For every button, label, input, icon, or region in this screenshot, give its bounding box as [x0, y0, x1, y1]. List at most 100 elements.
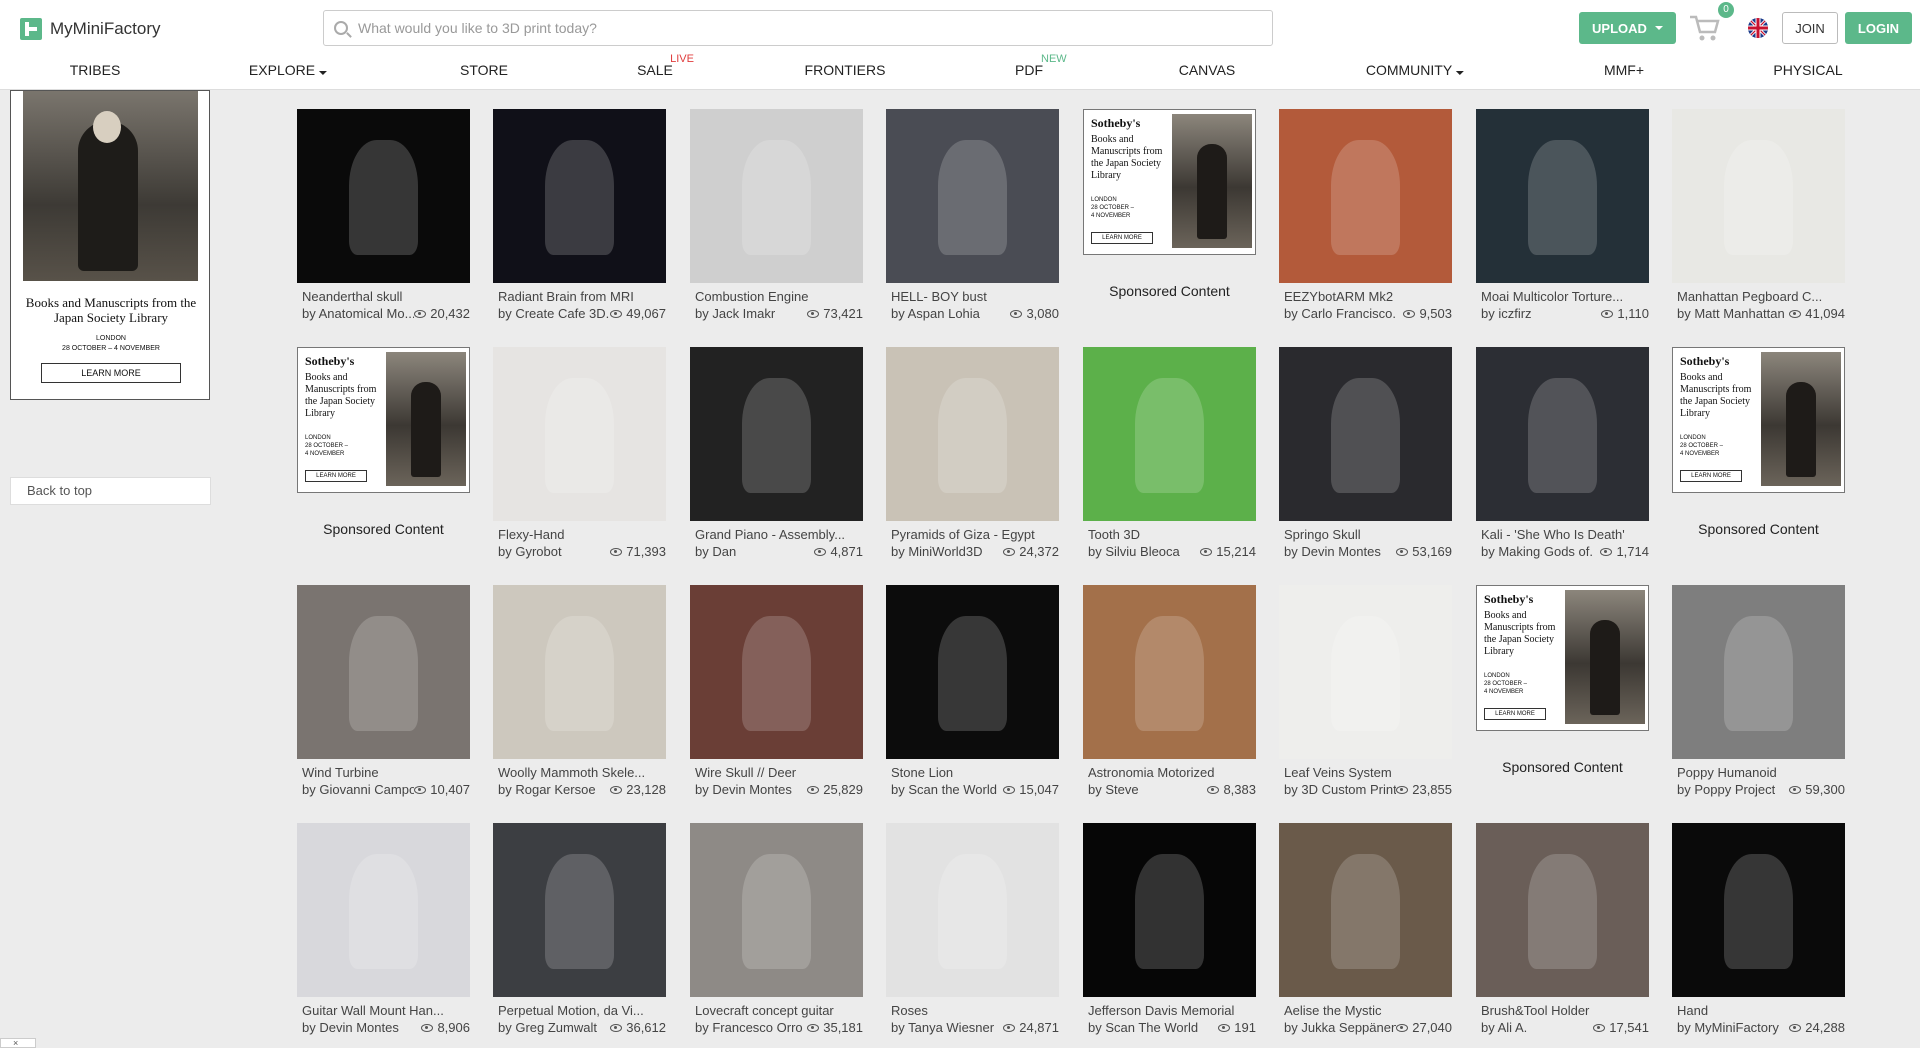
object-title[interactable]: Guitar Wall Mount Han... [297, 1003, 470, 1018]
object-author[interactable]: by Making Gods of... [1481, 544, 1593, 559]
object-card[interactable]: Perpetual Motion, da Vi... by Greg Zumwal… [493, 823, 666, 1035]
object-card[interactable]: Neanderthal skull by Anatomical Mo... 20,4… [297, 109, 470, 321]
object-title[interactable]: Pyramids of Giza - Egypt [886, 527, 1059, 542]
object-card[interactable]: Aelise the Mystic by Jukka Seppänen 27,040 [1279, 823, 1452, 1035]
object-author[interactable]: by Devin Montes [302, 1020, 399, 1035]
object-thumbnail[interactable] [1083, 823, 1256, 997]
object-thumbnail[interactable] [886, 109, 1059, 283]
object-author[interactable]: by Dan [695, 544, 736, 559]
object-card[interactable]: Guitar Wall Mount Han... by Devin Montes 8… [297, 823, 470, 1035]
nav-item-mmf-plus[interactable]: MMF+ [1604, 62, 1644, 78]
object-title[interactable]: Perpetual Motion, da Vi... [493, 1003, 666, 1018]
object-card[interactable]: Radiant Brain from MRI by Create Cafe 3D.… [493, 109, 666, 321]
object-title[interactable]: Poppy Humanoid [1672, 765, 1845, 780]
object-card[interactable]: Stone Lion by Scan the World 15,047 [886, 585, 1059, 797]
object-title[interactable]: Jefferson Davis Memorial [1083, 1003, 1256, 1018]
sponsored-ad[interactable]: Sotheby's Books and Manuscripts from the … [1083, 109, 1256, 255]
close-icon[interactable]: × [0, 1038, 36, 1048]
object-title[interactable]: Stone Lion [886, 765, 1059, 780]
nav-item-physical[interactable]: PHYSICAL [1773, 62, 1842, 78]
object-thumbnail[interactable] [1476, 823, 1649, 997]
object-title[interactable]: Lovecraft concept guitar [690, 1003, 863, 1018]
object-card[interactable]: Pyramids of Giza - Egypt by MiniWorld3D 24… [886, 347, 1059, 559]
search-input[interactable] [358, 20, 1238, 36]
ad-learn-more-button[interactable]: LEARN MORE [41, 363, 181, 383]
nav-item-pdf[interactable]: PDF NEW [1015, 53, 1067, 78]
object-card[interactable]: Poppy Humanoid by Poppy Project 59,300 [1672, 585, 1845, 797]
object-author[interactable]: by Devin Montes [1284, 544, 1381, 559]
object-card[interactable]: Flexy-Hand by Gyrobot 71,393 [493, 347, 666, 559]
object-thumbnail[interactable] [1279, 585, 1452, 759]
object-thumbnail[interactable] [1279, 109, 1452, 283]
object-card[interactable]: Manhattan Pegboard C... by Matt Manhattan… [1672, 109, 1845, 321]
object-title[interactable]: Moai Multicolor Torture... [1476, 289, 1649, 304]
upload-button[interactable]: UPLOAD [1579, 12, 1676, 44]
ad-learn-more-button[interactable]: LEARN MORE [1680, 470, 1742, 482]
object-title[interactable]: Manhattan Pegboard C... [1672, 289, 1845, 304]
sponsored-ad[interactable]: Sotheby's Books and Manuscripts from the … [1476, 585, 1649, 731]
object-thumbnail[interactable] [1672, 823, 1845, 997]
object-author[interactable]: by Anatomical Mo... [302, 306, 414, 321]
object-card[interactable]: Woolly Mammoth Skele... by Rogar Kersoe 23… [493, 585, 666, 797]
object-thumbnail[interactable] [1279, 823, 1452, 997]
object-title[interactable]: Radiant Brain from MRI [493, 289, 666, 304]
nav-item-canvas[interactable]: CANVAS [1179, 62, 1236, 78]
object-author[interactable]: by Steve [1088, 782, 1139, 797]
cart-icon[interactable] [1688, 12, 1722, 44]
object-author[interactable]: by Giovanni Campo... [302, 782, 414, 797]
object-card[interactable]: Tooth 3D by Silviu Bleoca 15,214 [1083, 347, 1256, 559]
object-card[interactable]: Lovecraft concept guitar by Francesco Orr… [690, 823, 863, 1035]
object-title[interactable]: HELL- BOY bust [886, 289, 1059, 304]
object-title[interactable]: Wire Skull // Deer [690, 765, 863, 780]
object-card[interactable]: Wire Skull // Deer by Devin Montes 25,829 [690, 585, 863, 797]
object-thumbnail[interactable] [886, 347, 1059, 521]
object-thumbnail[interactable] [690, 823, 863, 997]
object-thumbnail[interactable] [1476, 347, 1649, 521]
object-title[interactable]: EEZYbotARM Mk2 [1279, 289, 1452, 304]
object-title[interactable]: Neanderthal skull [297, 289, 470, 304]
object-author[interactable]: by Ali A. [1481, 1020, 1527, 1035]
object-author[interactable]: by Silviu Bleoca [1088, 544, 1180, 559]
object-thumbnail[interactable] [493, 585, 666, 759]
object-thumbnail[interactable] [1083, 585, 1256, 759]
object-author[interactable]: by Matt Manhattan [1677, 306, 1785, 321]
uk-flag-icon[interactable] [1748, 18, 1768, 38]
object-thumbnail[interactable] [690, 585, 863, 759]
join-button[interactable]: JOIN [1782, 12, 1838, 44]
object-author[interactable]: by Create Cafe 3D... [498, 306, 610, 321]
object-card[interactable]: Grand Piano - Assembly... by Dan 4,871 [690, 347, 863, 559]
object-author[interactable]: by Francesco Orro [695, 1020, 803, 1035]
object-thumbnail[interactable] [886, 585, 1059, 759]
object-title[interactable]: Springo Skull [1279, 527, 1452, 542]
back-to-top-button[interactable]: Back to top [10, 477, 211, 505]
object-card[interactable]: Roses by Tanya Wiesner 24,871 [886, 823, 1059, 1035]
object-thumbnail[interactable] [493, 823, 666, 997]
nav-item-explore[interactable]: EXPLORE [249, 62, 328, 78]
object-title[interactable]: Hand [1672, 1003, 1845, 1018]
object-author[interactable]: by Jukka Seppänen [1284, 1020, 1396, 1035]
ad-learn-more-button[interactable]: LEARN MORE [1484, 708, 1546, 720]
nav-item-sale[interactable]: SALE LIVE [637, 53, 694, 78]
object-thumbnail[interactable] [1476, 109, 1649, 283]
object-card[interactable]: Springo Skull by Devin Montes 53,169 [1279, 347, 1452, 559]
object-thumbnail[interactable] [1672, 585, 1845, 759]
ad-learn-more-button[interactable]: LEARN MORE [1091, 232, 1153, 244]
object-thumbnail[interactable] [297, 823, 470, 997]
object-title[interactable]: Roses [886, 1003, 1059, 1018]
object-title[interactable]: Tooth 3D [1083, 527, 1256, 542]
object-card[interactable]: Astronomia Motorized by Steve 8,383 [1083, 585, 1256, 797]
object-card[interactable]: Leaf Veins System by 3D Custom Print 23,85… [1279, 585, 1452, 797]
object-author[interactable]: by Carlo Francisco... [1284, 306, 1396, 321]
object-author[interactable]: by Jack Imakr [695, 306, 775, 321]
object-card[interactable]: Jefferson Davis Memorial by Scan The Worl… [1083, 823, 1256, 1035]
object-author[interactable]: by Gyrobot [498, 544, 562, 559]
sponsored-ad[interactable]: Sotheby's Books and Manuscripts from the … [1672, 347, 1845, 493]
nav-item-tribes[interactable]: TRIBES [70, 62, 121, 78]
object-thumbnail[interactable] [493, 109, 666, 283]
object-title[interactable]: Kali - 'She Who Is Death' [1476, 527, 1649, 542]
nav-item-community[interactable]: COMMUNITY [1366, 62, 1465, 78]
object-author[interactable]: by Greg Zumwalt [498, 1020, 597, 1035]
object-author[interactable]: by MyMiniFactory [1677, 1020, 1779, 1035]
sidebar-ad[interactable]: Books and Manuscripts from the Japan Soc… [10, 90, 210, 400]
object-thumbnail[interactable] [886, 823, 1059, 997]
